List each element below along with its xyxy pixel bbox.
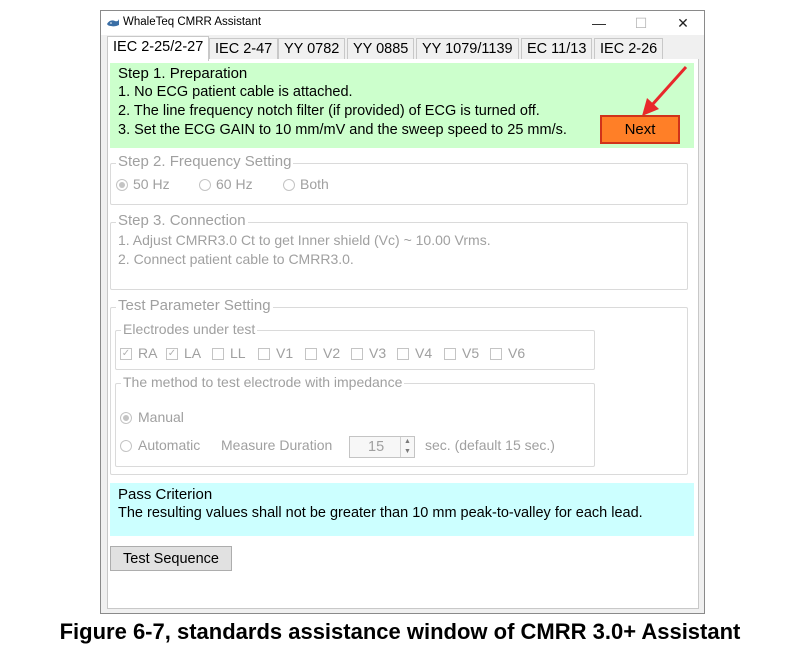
measure-duration-label: Measure Duration [221,437,333,453]
electrode-v1-label: V1 [276,345,294,361]
test-parameter-heading: Test Parameter Setting [116,297,273,314]
method-manual-radio[interactable] [120,412,132,424]
step1-preparation-panel: Step 1. Preparation 1. No ECG patient ca… [110,63,694,148]
red-arrow-annotation [642,65,688,116]
next-button[interactable]: Next [600,115,680,144]
figure-caption: Figure 6-7, standards assistance window … [59,619,741,644]
tab-iec-2-26[interactable]: IEC 2-26 [594,38,664,60]
tab-ec-11-13[interactable]: EC 11/13 [521,38,593,60]
freq-50hz-label: 50 Hz [133,176,170,192]
tab-yy-0885[interactable]: YY 0885 [347,38,415,60]
measure-duration-spinner[interactable]: 15 ▲ ▼ [349,436,415,458]
electrode-v5-checkbox[interactable] [444,348,456,360]
freq-50hz-radio[interactable] [116,179,128,191]
electrode-v2-label: V2 [323,345,341,361]
electrode-v3-label: V3 [369,345,387,361]
whale-app-icon [107,19,119,27]
tab-iec-2-47[interactable]: IEC 2-47 [209,38,279,60]
tab-yy-1079-1139[interactable]: YY 1079/1139 [416,38,519,60]
window-title: WhaleTeq CMRR Assistant [123,16,262,28]
freq-60hz-radio[interactable] [199,179,211,191]
electrode-v3-checkbox[interactable] [351,348,363,360]
tab-iec-2-25-2-27[interactable]: IEC 2-25/2-27 [107,36,210,61]
minimize-button[interactable]: — [577,11,621,35]
method-automatic-label: Automatic [138,437,201,453]
electrode-ll-label: LL [230,345,246,361]
electrode-v1-checkbox[interactable] [258,348,270,360]
step1-line-1: 1. No ECG patient cable is attached. [118,84,353,100]
measure-duration-value: 15 [368,439,385,455]
spinner-down-icon[interactable]: ▼ [401,447,414,457]
impedance-method-heading: The method to test electrode with impeda… [121,374,405,390]
step2-heading: Step 2. Frequency Setting [116,153,294,170]
spinner-buttons: ▲ ▼ [400,437,414,457]
freq-both-radio[interactable] [283,179,295,191]
tab-yy-0782[interactable]: YY 0782 [278,38,346,60]
test-sequence-button[interactable]: Test Sequence [110,546,232,571]
electrode-la-label: LA [184,345,202,361]
spinner-up-icon[interactable]: ▲ [401,437,414,447]
close-button[interactable]: ✕ [661,11,705,35]
method-manual-label: Manual [138,409,184,425]
step3-heading: Step 3. Connection [116,212,248,229]
electrode-v5-label: V5 [462,345,480,361]
electrode-ra-checkbox[interactable]: ✓ [120,348,132,360]
step3-line-1: 1. Adjust CMRR3.0 Ct to get Inner shield… [118,232,491,248]
title-bar[interactable]: WhaleTeq CMRR Assistant — ☐ ✕ [101,11,704,35]
step1-heading: Step 1. Preparation [118,65,248,82]
electrode-ll-checkbox[interactable] [212,348,224,360]
tab-page: Step 1. Preparation 1. No ECG patient ca… [107,59,699,609]
freq-60hz-label: 60 Hz [216,176,253,192]
electrodes-heading: Electrodes under test [121,321,258,337]
cmrr-assistant-window: WhaleTeq CMRR Assistant — ☐ ✕ IEC 2-25/2… [100,10,705,614]
electrode-la-checkbox[interactable]: ✓ [166,348,178,360]
pass-criterion-heading: Pass Criterion [118,486,213,503]
freq-both-label: Both [300,176,329,192]
electrode-v4-label: V4 [415,345,433,361]
step3-line-2: 2. Connect patient cable to CMRR3.0. [118,251,354,267]
pass-criterion-text: The resulting values shall not be greate… [118,505,643,521]
electrode-v2-checkbox[interactable] [305,348,317,360]
electrode-v6-checkbox[interactable] [490,348,502,360]
maximize-button[interactable]: ☐ [619,11,663,35]
electrode-v4-checkbox[interactable] [397,348,409,360]
method-automatic-radio[interactable] [120,440,132,452]
step1-line-2: 2. The line frequency notch filter (if p… [118,103,540,119]
electrode-ra-label: RA [138,345,158,361]
standards-tab-strip: IEC 2-25/2-27 IEC 2-47 YY 0782 YY 0885 Y… [107,36,699,61]
pass-criterion-panel: Pass Criterion The resulting values shal… [110,483,694,536]
step1-line-3: 3. Set the ECG GAIN to 10 mm/mV and the … [118,122,567,138]
measure-duration-note: sec. (default 15 sec.) [425,437,555,453]
electrode-v6-label: V6 [508,345,526,361]
